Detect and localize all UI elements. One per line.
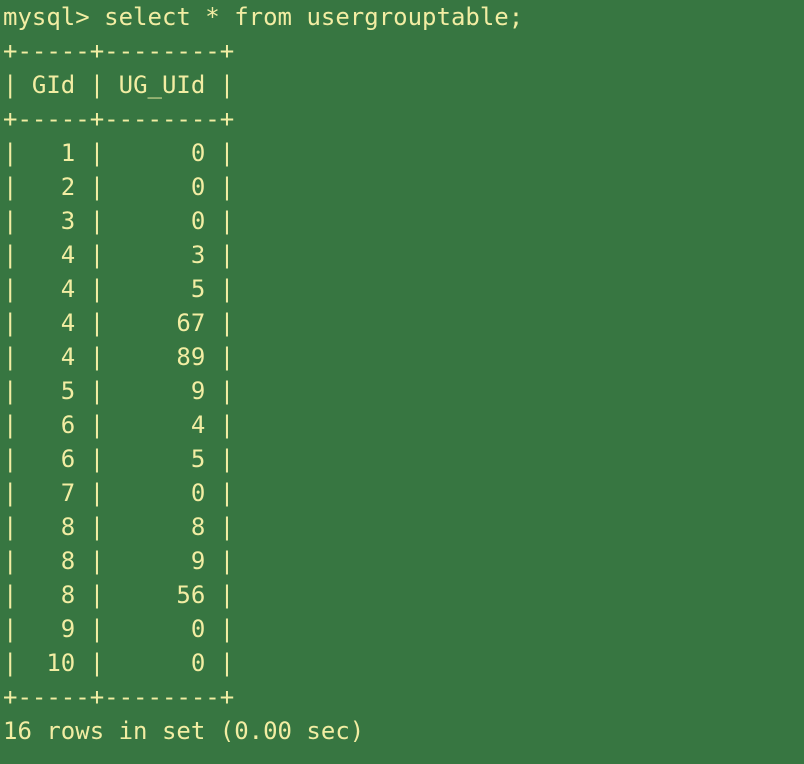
cell-gid: 8: [31, 581, 76, 609]
cell-gid: 4: [31, 343, 76, 371]
table-row: | 1 | 0 |: [3, 139, 235, 167]
table-row: | 2 | 0 |: [3, 173, 235, 201]
terminal-window[interactable]: mysql> select * from usergrouptable; +--…: [0, 0, 804, 764]
cell-ug-uid: 89: [118, 343, 206, 371]
cell-gid: 3: [31, 207, 76, 235]
table-header-row: | GId | UG_UId |: [3, 71, 235, 99]
cell-gid: 2: [31, 173, 76, 201]
cell-ug-uid: 0: [118, 479, 206, 507]
table-row: | 5 | 9 |: [3, 377, 235, 405]
cell-ug-uid: 3: [118, 241, 206, 269]
cell-ug-uid: 9: [118, 547, 206, 575]
result-summary: 16 rows in set (0.00 sec): [3, 717, 365, 745]
table-row: | 6 | 4 |: [3, 411, 235, 439]
mysql-prompt: mysql>: [3, 3, 105, 31]
table-row: | 4 | 89 |: [3, 343, 235, 371]
cell-gid: 8: [31, 513, 76, 541]
table-row: | 7 | 0 |: [3, 479, 235, 507]
command-line: mysql> select * from usergrouptable;: [3, 0, 804, 34]
table-row: | 8 | 56 |: [3, 581, 235, 609]
table-row: | 4 | 67 |: [3, 309, 235, 337]
table-row: | 9 | 0 |: [3, 615, 235, 643]
cell-ug-uid: 0: [118, 649, 206, 677]
header-ug-uid: UG_UId: [118, 71, 206, 99]
cell-gid: 1: [31, 139, 76, 167]
cell-ug-uid: 0: [118, 173, 206, 201]
table-row: | 4 | 5 |: [3, 275, 235, 303]
cell-ug-uid: 4: [118, 411, 206, 439]
cell-gid: 8: [31, 547, 76, 575]
cell-ug-uid: 0: [118, 139, 206, 167]
table-row: | 10 | 0 |: [3, 649, 235, 677]
cell-gid: 7: [31, 479, 76, 507]
cell-ug-uid: 5: [118, 275, 206, 303]
header-gid: GId: [31, 71, 76, 99]
table-header-separator: +-----+--------+: [3, 105, 235, 133]
cell-gid: 9: [31, 615, 76, 643]
table-body: | 1 | 0 | | 2 | 0 | | 3 | 0 | | 4 | 3 | | 4 …: [3, 136, 804, 680]
cell-gid: 4: [31, 275, 76, 303]
table-row: | 4 | 3 |: [3, 241, 235, 269]
table-top-border: +-----+--------+: [3, 37, 235, 65]
sql-command: select * from usergrouptable;: [104, 3, 524, 31]
cell-ug-uid: 9: [118, 377, 206, 405]
cell-ug-uid: 0: [118, 207, 206, 235]
cell-gid: 6: [31, 445, 76, 473]
cell-ug-uid: 8: [118, 513, 206, 541]
cell-gid: 4: [31, 241, 76, 269]
table-bottom-border: +-----+--------+: [3, 683, 235, 711]
table-row: | 8 | 8 |: [3, 513, 235, 541]
table-row: | 3 | 0 |: [3, 207, 235, 235]
cell-ug-uid: 56: [118, 581, 206, 609]
cell-ug-uid: 67: [118, 309, 206, 337]
table-row: | 6 | 5 |: [3, 445, 235, 473]
cell-gid: 4: [31, 309, 76, 337]
cell-gid: 6: [31, 411, 76, 439]
cell-ug-uid: 5: [118, 445, 206, 473]
table-row: | 8 | 9 |: [3, 547, 235, 575]
cell-gid: 10: [31, 649, 76, 677]
cell-gid: 5: [31, 377, 76, 405]
cell-ug-uid: 0: [118, 615, 206, 643]
